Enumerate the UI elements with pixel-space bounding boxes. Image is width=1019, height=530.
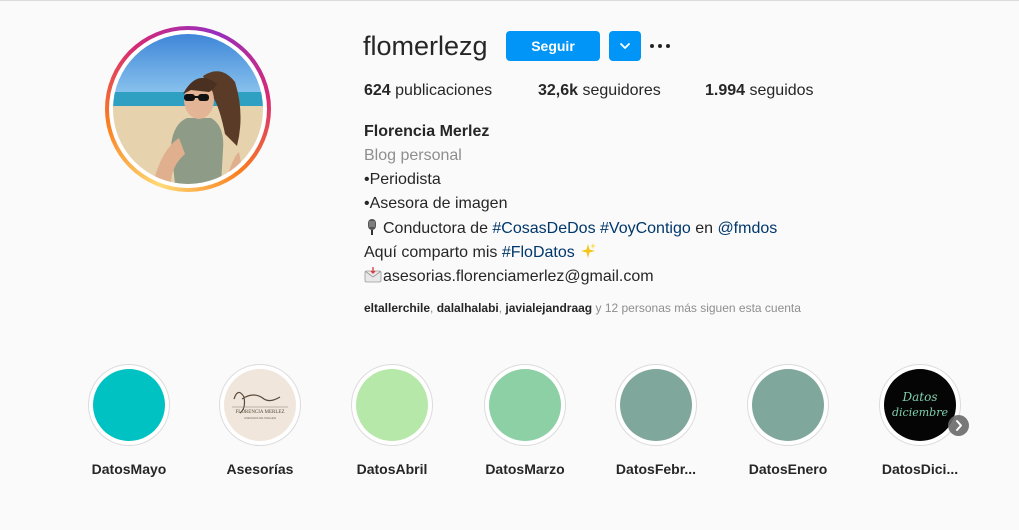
highlight-cover-image: FLORENCIA MERLEZ ASESORA DE IMAGEN: [224, 369, 296, 441]
highlight-cover-image: Datos diciembre: [884, 369, 956, 441]
stat-following-count: 1.994: [705, 82, 746, 99]
followed-by-user[interactable]: eltallerchile: [364, 301, 430, 315]
stat-followers-label: seguidores: [582, 82, 661, 99]
stat-followers[interactable]: 32,6k seguidores: [538, 81, 661, 101]
category-label: Blog personal: [364, 147, 462, 164]
bio-line-3: Conductora de #CosasDeDos #VoyContigo en…: [364, 218, 777, 239]
cover-text-line-2: diciembre: [892, 406, 948, 419]
bio-line-5: asesorias.florenciamerlez@gmail.com: [364, 266, 654, 287]
highlight-cover[interactable]: [747, 364, 829, 446]
bio-line-1: •Periodista: [364, 171, 441, 188]
profile-username: flomerlezg: [363, 31, 488, 61]
highlight-label: Asesorías: [226, 461, 294, 477]
highlight-cover[interactable]: [484, 364, 566, 446]
sparkles-emoji: [579, 242, 597, 260]
followed-by-user[interactable]: dalalhalabi: [437, 301, 499, 315]
highlight-cover[interactable]: [615, 364, 697, 446]
highlight-cover-image: [620, 369, 692, 441]
hashtag-link[interactable]: #FloDatos: [502, 244, 575, 261]
highlight-item[interactable]: DatosAbril: [332, 363, 452, 483]
highlights-next-button[interactable]: [948, 415, 969, 436]
highlight-cover-image: [489, 369, 561, 441]
highlight-cover[interactable]: FLORENCIA MERLEZ ASESORA DE IMAGEN: [219, 364, 301, 446]
envelope-emoji: [364, 266, 382, 284]
bio-line-3-mid: en: [690, 220, 718, 237]
more-horizontal-icon: [648, 44, 672, 61]
bio-line-2: •Asesora de imagen: [364, 195, 508, 212]
highlight-cover-image: [752, 369, 824, 441]
bio-line-4-prefix: Aquí comparto mis: [364, 244, 502, 261]
profile-avatar[interactable]: [105, 26, 271, 192]
top-divider: [0, 0, 1019, 1]
highlight-label: DatosAbril: [356, 461, 428, 477]
suggested-accounts-button[interactable]: [609, 31, 641, 61]
highlight-cover[interactable]: [88, 364, 170, 446]
microphone-emoji: [364, 218, 382, 236]
email-text: asesorias.florenciamerlez@gmail.com: [383, 268, 654, 285]
avatar-gap: [109, 30, 267, 188]
chevron-right-icon: [948, 420, 969, 440]
follow-button[interactable]: Seguir: [506, 31, 600, 61]
highlight-label: DatosMarzo: [485, 461, 565, 477]
logo-text: FLORENCIA MERLEZ: [235, 410, 284, 415]
highlight-cover[interactable]: [351, 364, 433, 446]
cover-text-line-1: Datos: [902, 390, 938, 404]
options-button[interactable]: [648, 35, 672, 57]
stat-posts: 624 publicaciones: [364, 81, 492, 101]
followed-by-user[interactable]: javialejandraag: [505, 301, 592, 315]
chevron-down-icon: [609, 40, 641, 52]
highlight-cover-image: [93, 369, 165, 441]
full-name: Florencia Merlez: [364, 123, 490, 140]
avatar-photo: [113, 34, 263, 184]
stat-followers-count: 32,6k: [538, 82, 579, 99]
highlight-item[interactable]: FLORENCIA MERLEZ ASESORA DE IMAGEN Aseso…: [200, 363, 320, 483]
highlight-item[interactable]: DatosMayo: [69, 363, 189, 483]
followed-by-suffix: y 12 personas más siguen esta cuenta: [595, 301, 801, 315]
followed-by[interactable]: eltallerchile, dalalhalabi, javialejandr…: [364, 300, 801, 316]
bio-line-3-prefix: Conductora de: [383, 220, 493, 237]
logo-subtext: ASESORA DE IMAGEN: [244, 416, 276, 420]
stat-following[interactable]: 1.994 seguidos: [705, 81, 814, 101]
highlight-label: DatosFebr...: [615, 461, 697, 477]
stat-posts-label: publicaciones: [395, 82, 493, 99]
highlight-label: DatosEnero: [748, 461, 828, 477]
stat-following-label: seguidos: [749, 82, 814, 99]
highlight-label: DatosDici...: [881, 461, 959, 477]
mention-link[interactable]: @fmdos: [717, 220, 777, 237]
stat-posts-count: 624: [364, 82, 391, 99]
highlight-cover-image: [356, 369, 428, 441]
highlight-item[interactable]: DatosMarzo: [465, 363, 585, 483]
bio-line-4: Aquí comparto mis #FloDatos: [364, 242, 598, 263]
highlight-item[interactable]: DatosEnero: [728, 363, 848, 483]
highlight-label: DatosMayo: [91, 461, 167, 477]
highlight-item[interactable]: DatosFebr...: [596, 363, 716, 483]
hashtag-link[interactable]: #VoyContigo: [600, 220, 691, 237]
hashtag-link[interactable]: #CosasDeDos: [492, 220, 595, 237]
